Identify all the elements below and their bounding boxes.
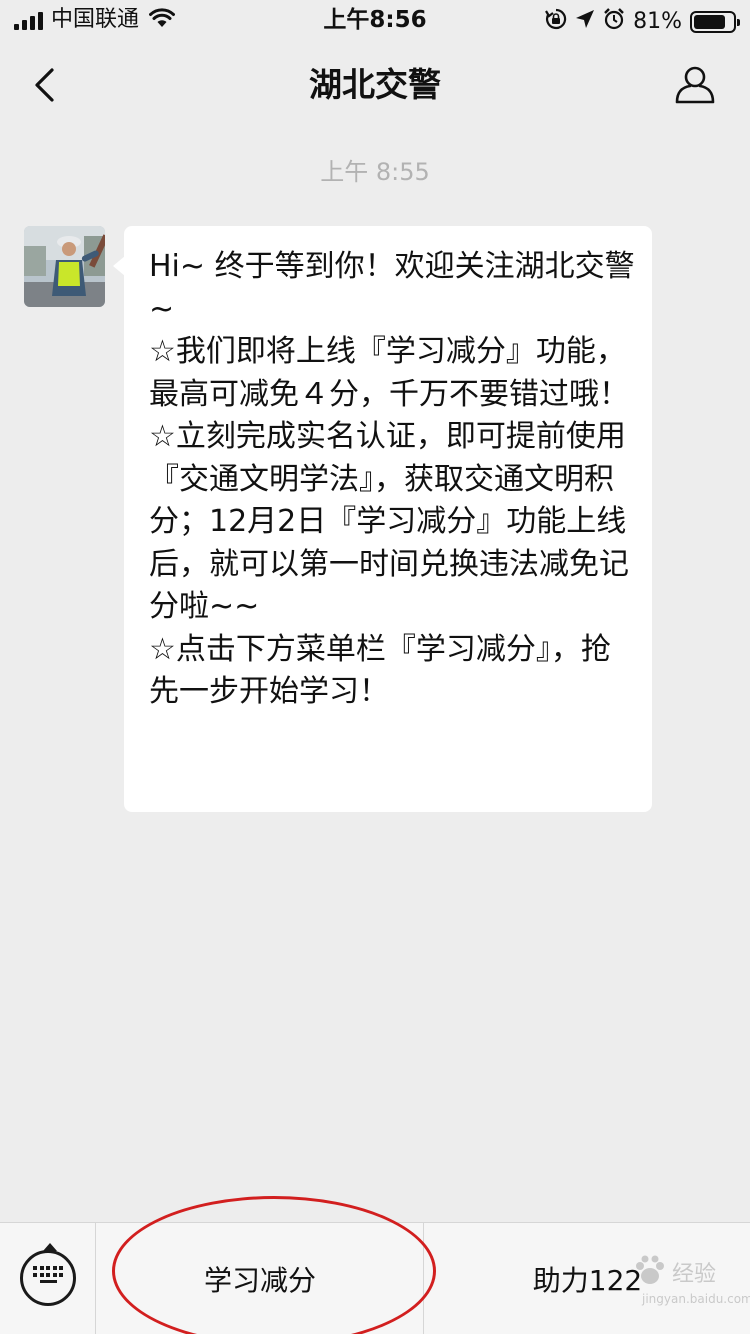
- person-icon: [675, 66, 715, 104]
- paw-icon: [636, 1255, 664, 1284]
- menu-item-study-deduction[interactable]: 学习减分: [97, 1223, 424, 1334]
- message-timestamp: 上午 8:55: [320, 158, 430, 186]
- menu-item-label: 助力122: [532, 1264, 643, 1297]
- nav-bar: 湖北交警: [0, 40, 750, 130]
- watermark-text: 经验: [672, 1262, 717, 1287]
- chat-screen: 中国联通 上午8:56 81% 湖北交警 上午 8:55 Hi~ 终于等到你！欢…: [0, 0, 750, 1334]
- profile-button[interactable]: [670, 60, 720, 110]
- rotation-lock-icon: [545, 8, 567, 36]
- keyboard-icon: [20, 1243, 76, 1306]
- status-right: 81%: [545, 8, 740, 36]
- location-arrow-icon: [575, 9, 595, 35]
- watermark-url: jingyan.baidu.com: [642, 1292, 750, 1306]
- battery-icon: [690, 11, 740, 33]
- battery-percent: 81%: [633, 9, 682, 34]
- avatar[interactable]: [24, 226, 105, 307]
- status-bar: 中国联通 上午8:56 81%: [0, 0, 750, 40]
- alarm-icon: [603, 8, 625, 36]
- watermark: 经验 jingyan.baidu.com: [632, 1248, 750, 1318]
- message-text: Hi~ 终于等到你！欢迎关注湖北交警 ~ ☆我们即将上线『学习减分』功能，最高可…: [149, 249, 635, 709]
- message-bubble[interactable]: Hi~ 终于等到你！欢迎关注湖北交警 ~ ☆我们即将上线『学习减分』功能，最高可…: [113, 226, 652, 812]
- keyboard-toggle-button[interactable]: [0, 1223, 96, 1334]
- menu-item-label: 学习减分: [203, 1264, 316, 1297]
- traffic-police-avatar-image: [24, 226, 105, 307]
- page-title: 湖北交警: [309, 65, 441, 104]
